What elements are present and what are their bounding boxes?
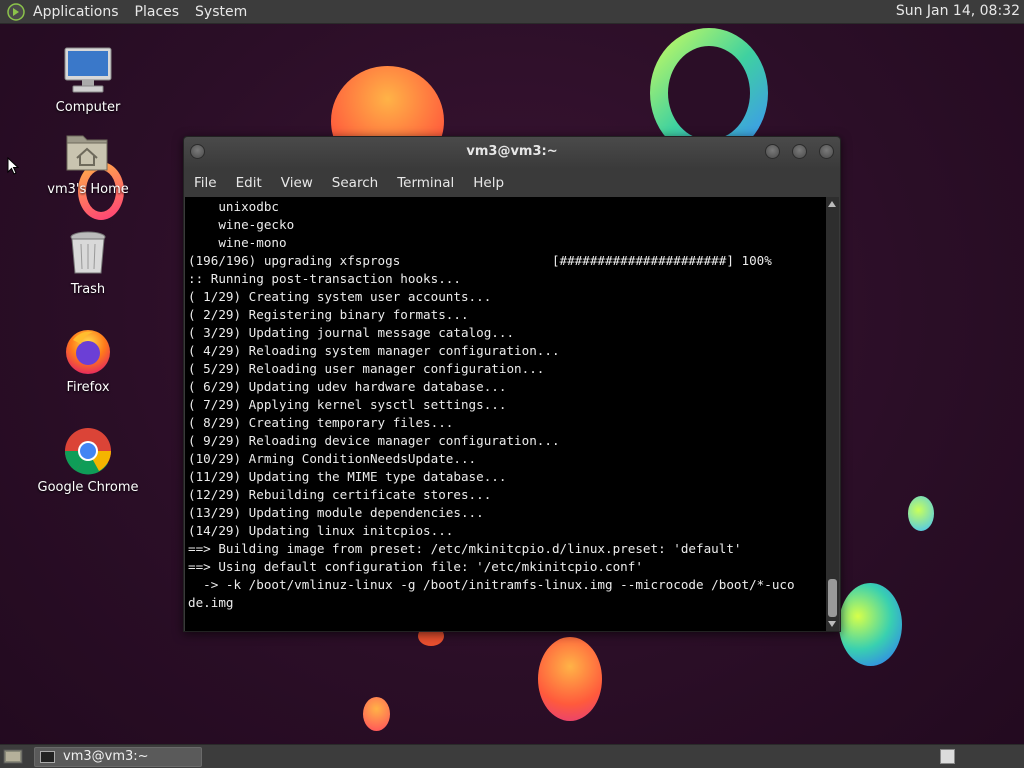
places-menu[interactable]: Places bbox=[135, 4, 180, 20]
terminal-window[interactable]: vm3@vm3:~ File Edit View Search Terminal… bbox=[183, 136, 841, 632]
desktop-icon-label: Google Chrome bbox=[37, 480, 139, 495]
system-menu[interactable]: System bbox=[195, 4, 247, 20]
terminal-line: wine-gecko bbox=[188, 217, 295, 232]
terminal-line: unixodbc bbox=[188, 199, 279, 214]
wallpaper-tiny-blob bbox=[363, 697, 390, 731]
scroll-down-icon[interactable] bbox=[828, 621, 836, 627]
show-desktop-icon[interactable] bbox=[3, 748, 23, 765]
terminal-line: de.img bbox=[188, 595, 234, 610]
taskbar-window-label: vm3@vm3:~ bbox=[63, 749, 149, 764]
window-menu-button[interactable] bbox=[190, 144, 205, 159]
terminal-line: ==> Using default configuration file: '/… bbox=[188, 559, 643, 574]
terminal-line: (14/29) Updating linux initcpios... bbox=[188, 523, 454, 538]
maximize-button[interactable] bbox=[792, 144, 807, 159]
terminal-line: (13/29) Updating module dependencies... bbox=[188, 505, 484, 520]
menu-view[interactable]: View bbox=[281, 175, 313, 191]
terminal-line: ==> Building image from preset: /etc/mki… bbox=[188, 541, 742, 556]
terminal-line: :: Running post-transaction hooks... bbox=[188, 271, 461, 286]
chrome-icon bbox=[63, 426, 113, 476]
desktop-icon-label: Firefox bbox=[66, 380, 110, 395]
wallpaper-blue-blob bbox=[839, 583, 902, 666]
desktop-icon-label: Computer bbox=[55, 100, 121, 115]
terminal-line: (10/29) Arming ConditionNeedsUpdate... bbox=[188, 451, 477, 466]
desktop-icon-label: vm3's Home bbox=[47, 182, 129, 197]
home-folder-icon bbox=[63, 128, 113, 178]
terminal-icon bbox=[40, 751, 55, 763]
top-panel: Applications Places System Sun Jan 14, 0… bbox=[0, 0, 1024, 24]
menu-help[interactable]: Help bbox=[473, 175, 504, 191]
taskbar-window-terminal[interactable]: vm3@vm3:~ bbox=[34, 747, 202, 767]
terminal-output[interactable]: unixodbc wine-gecko wine-mono (196/196) u… bbox=[185, 197, 827, 631]
terminal-scrollbar[interactable] bbox=[826, 197, 839, 631]
desktop-icon-firefox[interactable]: Firefox bbox=[33, 326, 143, 395]
panel-clock[interactable]: Sun Jan 14, 08:32 bbox=[896, 3, 1020, 19]
terminal-line: ( 2/29) Registering binary formats... bbox=[188, 307, 469, 322]
terminal-line: ( 7/29) Applying kernel sysctl settings.… bbox=[188, 397, 507, 412]
close-button[interactable] bbox=[819, 144, 834, 159]
desktop-icon-trash[interactable]: Trash bbox=[33, 228, 143, 297]
desktop-icon-computer[interactable]: Computer bbox=[33, 46, 143, 115]
firefox-icon bbox=[63, 326, 113, 376]
terminal-line: ( 4/29) Reloading system manager configu… bbox=[188, 343, 560, 358]
menu-terminal[interactable]: Terminal bbox=[397, 175, 454, 191]
minimize-button[interactable] bbox=[765, 144, 780, 159]
terminal-line: ( 1/29) Creating system user accounts... bbox=[188, 289, 492, 304]
scrollbar-thumb[interactable] bbox=[828, 579, 837, 617]
desktop-icon-label: Trash bbox=[70, 282, 106, 297]
menu-edit[interactable]: Edit bbox=[236, 175, 262, 191]
workspace-switcher[interactable] bbox=[940, 749, 955, 764]
computer-icon bbox=[63, 46, 113, 96]
window-title: vm3@vm3:~ bbox=[466, 144, 558, 159]
wallpaper-pink-blob bbox=[538, 637, 602, 721]
applications-menu[interactable]: Applications bbox=[33, 4, 119, 20]
desktop-icon-chrome[interactable]: Google Chrome bbox=[33, 426, 143, 495]
bottom-panel: vm3@vm3:~ bbox=[0, 744, 1024, 768]
terminal-line: ( 3/29) Updating journal message catalog… bbox=[188, 325, 515, 340]
distro-logo-icon[interactable] bbox=[7, 2, 25, 21]
terminal-line: ( 6/29) Updating udev hardware database.… bbox=[188, 379, 507, 394]
terminal-line: wine-mono bbox=[188, 235, 287, 250]
terminal-text: unixodbc wine-gecko wine-mono (196/196) u… bbox=[185, 197, 827, 612]
menu-file[interactable]: File bbox=[194, 175, 217, 191]
window-title-bar[interactable]: vm3@vm3:~ bbox=[184, 137, 840, 169]
scroll-up-icon[interactable] bbox=[828, 201, 836, 207]
terminal-line: ( 8/29) Creating temporary files... bbox=[188, 415, 454, 430]
trash-icon bbox=[63, 228, 113, 278]
terminal-line: (12/29) Rebuilding certificate stores... bbox=[188, 487, 492, 502]
terminal-line: ( 5/29) Reloading user manager configura… bbox=[188, 361, 545, 376]
terminal-line: -> -k /boot/vmlinuz-linux -g /boot/initr… bbox=[188, 577, 795, 592]
desktop-icon-home[interactable]: vm3's Home bbox=[33, 128, 143, 197]
mouse-pointer-icon bbox=[7, 157, 19, 175]
terminal-line: (196/196) upgrading xfsprogs [##########… bbox=[188, 253, 772, 268]
terminal-line: (11/29) Updating the MIME type database.… bbox=[188, 469, 507, 484]
wallpaper-green-blob bbox=[908, 496, 934, 531]
terminal-line: ( 9/29) Reloading device manager configu… bbox=[188, 433, 560, 448]
terminal-menu-bar: File Edit View Search Terminal Help bbox=[184, 169, 840, 197]
menu-search[interactable]: Search bbox=[332, 175, 378, 191]
